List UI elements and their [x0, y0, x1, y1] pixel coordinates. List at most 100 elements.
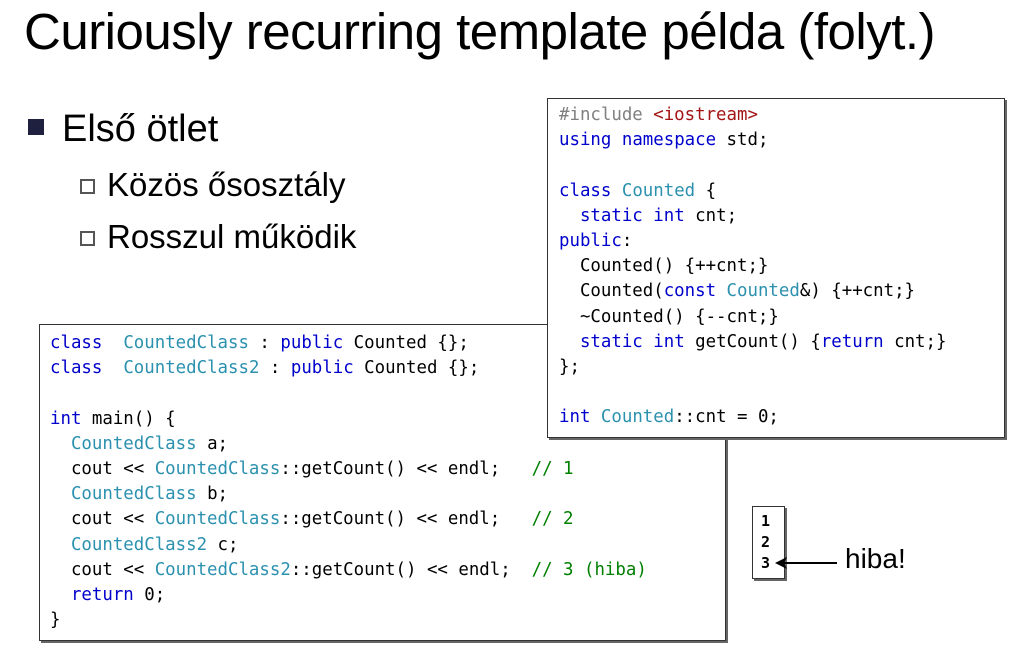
- error-label: hiba!: [845, 543, 906, 574]
- code-token: using: [559, 130, 612, 151]
- code-token: Counted(: [559, 281, 664, 302]
- code-token: static: [579, 331, 643, 352]
- output-line: 1: [761, 512, 771, 530]
- code-token: :: [259, 358, 291, 379]
- code-token: 0;: [133, 584, 166, 605]
- code-token: ~Counted() {--cnt;}: [559, 306, 779, 327]
- subbullet-common-base-text: Közös ősosztály: [107, 166, 346, 203]
- code-token: std;: [716, 130, 769, 151]
- code-token: Counted() {++cnt;}: [559, 256, 769, 277]
- code-line: Counted(const Counted&) {++cnt;}: [559, 279, 993, 304]
- code-line: CountedClass2 c;: [50, 533, 715, 558]
- subbullet-works-wrong-text: Rosszul működik: [107, 218, 357, 255]
- code-token: int: [653, 331, 685, 352]
- code-token: c;: [207, 534, 239, 555]
- code-line: }: [50, 608, 715, 633]
- code-token: CountedClass: [123, 333, 249, 353]
- code-token: Counted: [621, 180, 696, 201]
- code-token: Counted {};: [343, 333, 469, 353]
- code-token: CountedClass: [70, 484, 197, 505]
- code-token: {: [695, 180, 717, 201]
- code-token: CountedClass: [154, 509, 281, 530]
- code-token: CountedClass: [70, 433, 197, 454]
- code-token: CountedClass2: [70, 534, 208, 555]
- code-token: CountedClass2: [154, 559, 291, 580]
- code-token: CountedClass2: [123, 358, 260, 379]
- code-line: int Counted::cnt = 0;: [559, 405, 993, 430]
- code-token: const: [663, 281, 717, 302]
- code-token: CountedClass: [154, 458, 281, 479]
- code-token: public: [559, 230, 622, 251]
- hollow-square-bullet-icon: [80, 179, 95, 194]
- code-token: cout <<: [50, 458, 155, 479]
- code-block-counted-class: #include <iostream> using namespace std; c…: [547, 98, 1005, 438]
- code-token: return: [820, 331, 884, 352]
- code-token: a;: [196, 433, 229, 454]
- output-line: 2: [761, 533, 771, 551]
- code-token: int: [653, 205, 685, 226]
- code-token: namespace: [621, 130, 717, 151]
- code-token: // 2: [531, 509, 574, 530]
- code-token: return: [70, 584, 134, 605]
- code-token: class: [50, 333, 103, 353]
- code-token: cnt;}: [883, 331, 947, 352]
- code-token: };: [559, 356, 580, 377]
- code-token: ::getCount() << endl;: [280, 509, 532, 530]
- code-token: }: [50, 610, 61, 631]
- square-bullet-icon: [28, 119, 44, 135]
- code-token: // 3 (hiba): [531, 559, 647, 580]
- code-token: static: [579, 205, 643, 226]
- code-token: <iostream>: [653, 105, 758, 125]
- code-token: getCount() {: [684, 331, 821, 352]
- code-token: :: [621, 230, 633, 251]
- hollow-square-bullet-icon: [80, 231, 95, 246]
- code-line: public:: [559, 229, 993, 254]
- arrow-left-icon: [775, 557, 837, 569]
- code-token: #include: [559, 105, 654, 125]
- bullet-first-idea: Első ötlet: [28, 108, 218, 151]
- code-token: b;: [196, 484, 229, 505]
- code-token: public: [290, 358, 354, 379]
- code-token: cout <<: [50, 559, 155, 580]
- code-token: ::getCount() << endl;: [280, 458, 532, 479]
- code-token: class: [559, 180, 612, 201]
- subbullet-works-wrong: Rosszul működik: [80, 218, 356, 256]
- code-line: ~Counted() {--cnt;}: [559, 305, 993, 330]
- code-token: ::getCount() << endl;: [290, 559, 532, 580]
- code-line: Counted() {++cnt;}: [559, 254, 993, 279]
- code-token: int: [50, 408, 82, 429]
- code-token: // 1: [531, 458, 574, 479]
- code-line: static int getCount() {return cnt;}: [559, 330, 993, 355]
- code-token: main() {: [81, 408, 176, 429]
- bullet-first-idea-text: Első ötlet: [62, 108, 219, 150]
- code-line: static int cnt;: [559, 204, 993, 229]
- code-token: ::cnt = 0;: [674, 407, 779, 428]
- code-line: CountedClass b;: [50, 482, 715, 507]
- code-line: };: [559, 355, 993, 380]
- code-token: Counted: [600, 407, 675, 428]
- code-token: Counted: [726, 281, 800, 302]
- code-token: &) {++cnt;}: [799, 281, 916, 302]
- code-line: cout << CountedClass::getCount() << endl…: [50, 507, 715, 532]
- code-line: cout << CountedClass2::getCount() << end…: [50, 558, 715, 583]
- code-token: int: [559, 407, 591, 428]
- code-line: #include <iostream>: [559, 103, 993, 128]
- code-line: class Counted {: [559, 179, 993, 204]
- code-token: cout <<: [50, 509, 155, 530]
- code-token: :: [248, 333, 281, 353]
- code-line: using namespace std;: [559, 128, 993, 153]
